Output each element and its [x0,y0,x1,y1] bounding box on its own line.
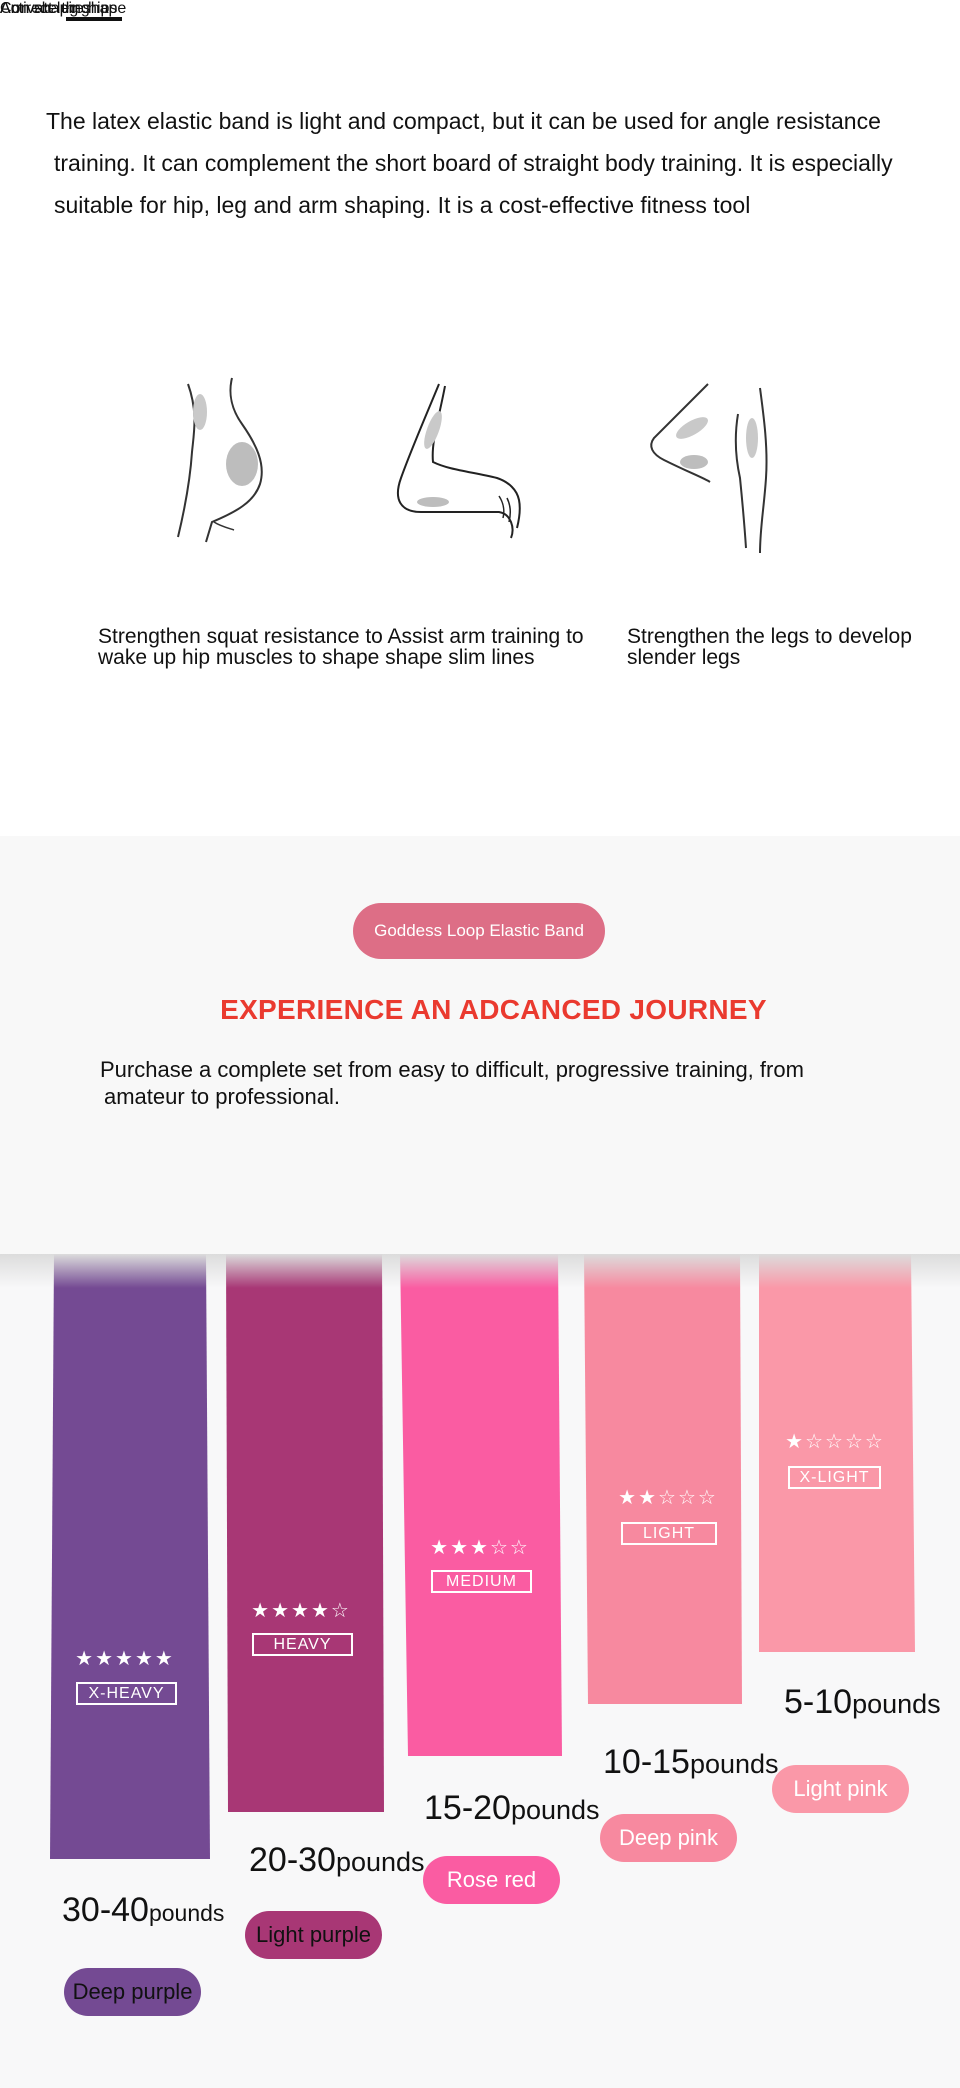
band-x-heavy [50,1254,210,1859]
band-heavy-range: 20-30 [249,1841,336,1879]
band-x-heavy-color-pill: Deep purple [64,1968,201,2016]
feature-desc-right-line-1: Strengthen the legs to develop [627,625,912,648]
intro-line-1: The latex elastic band is light and comp… [46,108,881,134]
band-x-heavy-stars: ★★★★★ [75,1648,175,1670]
leg-figure-icon [650,383,768,554]
band-heavy-unit: pounds [335,1847,425,1877]
band-light-weight: 10-15pounds [603,1743,779,1782]
band-medium-color-pill: Rose red [423,1856,560,1904]
band-heavy-label: HEAVY [252,1633,353,1656]
band-x-light-stars: ★☆☆☆☆ [785,1431,885,1453]
intro-text: The latex elastic band is light and comp… [46,100,926,226]
band-light-stars: ★★☆☆☆ [618,1487,718,1509]
band-light-range: 10-15 [603,1743,690,1781]
band-x-heavy-label: X-HEAVY [76,1682,177,1705]
band-light [584,1254,742,1704]
band-heavy-color-pill: Light purple [245,1911,382,1959]
band-medium-label: MEDIUM [431,1570,532,1593]
band-x-heavy-weight: 30-40pounds [62,1891,224,1930]
feature-desc-right-line-2: slender legs [627,646,741,669]
intro-line-3: suitable for hip, leg and arm shaping. I… [54,192,751,218]
band-x-light-unit: pounds [852,1689,941,1719]
band-heavy-weight: 20-30pounds [249,1841,425,1880]
feature-desc-left-line-1: Strengthen squat resistance to Assist ar… [98,625,584,648]
band-x-light-weight: 5-10pounds [784,1683,941,1722]
band-light-color-pill: Deep pink [600,1814,737,1862]
intro-line-2: training. It can complement the short bo… [54,150,893,176]
feature-legs-title: Correct leg shape [0,0,127,17]
band-medium [400,1254,562,1756]
feature-desc-left: Strengthen squat resistance to Assist ar… [98,626,584,668]
product-pill: Goddess Loop Elastic Band [353,903,605,959]
band-medium-weight: 15-20pounds [424,1789,600,1828]
band-x-light-range: 5-10 [784,1683,853,1721]
band-light-label: LIGHT [621,1522,717,1545]
promo-subtext: Purchase a complete set from easy to dif… [100,1056,900,1110]
promo-section [0,836,960,1254]
arm-figure-icon [396,383,521,539]
feature-desc-left-line-2: wake up hip muscles to shape shape slim … [98,646,535,669]
band-light-unit: pounds [689,1749,779,1779]
band-heavy [226,1254,384,1812]
band-x-light-label: X-LIGHT [788,1466,881,1489]
promo-headline: EXPERIENCE AN ADCANCED JOURNEY [220,994,767,1025]
promo-line-2: amateur to professional. [104,1084,341,1109]
band-heavy-stars: ★★★★☆ [251,1600,351,1622]
band-x-light-color-pill: Light pink [772,1765,909,1813]
band-medium-stars: ★★★☆☆ [430,1537,530,1559]
band-medium-unit: pounds [510,1795,600,1825]
promo-line-1: Purchase a complete set from easy to dif… [100,1057,804,1082]
feature-desc-right: Strengthen the legs to develop slender l… [627,626,912,668]
bands-top-shadow [0,1254,960,1288]
band-medium-range: 15-20 [424,1789,511,1827]
band-x-heavy-range: 30-40 [62,1891,149,1929]
band-x-heavy-unit: pounds [148,1900,225,1926]
hip-figure-icon [177,377,263,543]
